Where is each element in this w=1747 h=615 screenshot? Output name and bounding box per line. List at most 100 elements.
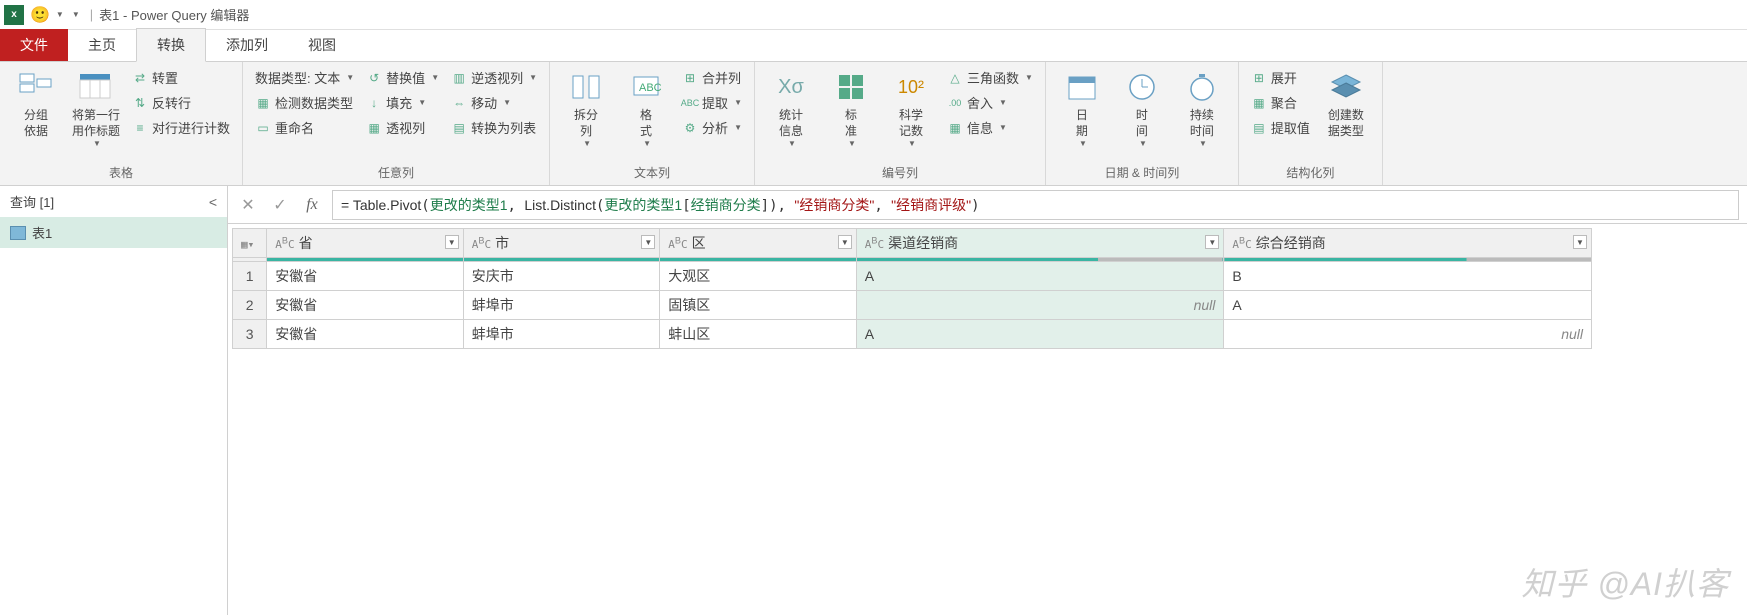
group-anycolumn: 数据类型: 文本▼ ▦检测数据类型 ▭重命名 ↺替换值▼ ↓填充▼ ▦透视列 ▥… [243, 62, 550, 185]
detect-icon: ▦ [255, 95, 271, 111]
data-grid[interactable]: ▦▾ ABC省▼ ABC市▼ ABC区▼ ABC渠道经销商▼ ABC综合经销商▼… [232, 228, 1592, 349]
to-list-button[interactable]: ▤转换为列表 [447, 116, 541, 139]
column-header-channel[interactable]: ABC渠道经销商▼ [856, 229, 1224, 258]
extract-icon: ABC [682, 95, 698, 111]
cell[interactable]: 蚌埠市 [463, 291, 660, 320]
column-header-city[interactable]: ABC市▼ [463, 229, 660, 258]
cell[interactable]: A [856, 320, 1224, 349]
filter-dropdown-icon[interactable]: ▼ [1205, 235, 1219, 249]
standard-button[interactable]: 标准▼ [823, 66, 879, 152]
info-button[interactable]: ▦信息▼ [943, 116, 1037, 139]
cell[interactable]: null [856, 291, 1224, 320]
rename-icon: ▭ [255, 120, 271, 136]
collapse-pane-icon[interactable]: < [209, 194, 217, 210]
group-datetime-label: 日期 & 时间列 [1054, 162, 1230, 183]
cell[interactable]: 大观区 [660, 262, 857, 291]
cell[interactable]: 蚌山区 [660, 320, 857, 349]
column-header-district[interactable]: ABC区▼ [660, 229, 857, 258]
chevron-down-icon: ▼ [93, 139, 101, 148]
trig-button[interactable]: △三角函数▼ [943, 66, 1037, 89]
scientific-button[interactable]: 10² 科学记数▼ [883, 66, 939, 152]
cell[interactable]: null [1224, 320, 1592, 349]
rename-button[interactable]: ▭重命名 [251, 116, 358, 139]
create-datatype-button[interactable]: 创建数据类型 [1318, 66, 1374, 143]
transpose-button[interactable]: ⇄转置 [128, 66, 234, 89]
filter-dropdown-icon[interactable]: ▼ [838, 235, 852, 249]
tab-transform[interactable]: 转换 [136, 28, 206, 62]
filter-dropdown-icon[interactable]: ▼ [445, 235, 459, 249]
statistics-button[interactable]: Χσ 统计信息▼ [763, 66, 819, 152]
formula-bar: ✕ ✓ fx = Table.Pivot(更改的类型1, List.Distin… [228, 186, 1747, 224]
select-all-corner[interactable]: ▦▾ [233, 229, 267, 258]
count-rows-button[interactable]: ≡对行进行计数 [128, 116, 234, 139]
cell[interactable]: 安徽省 [267, 262, 464, 291]
date-button[interactable]: 日期▼ [1054, 66, 1110, 152]
cell[interactable]: 固镇区 [660, 291, 857, 320]
merge-columns-button[interactable]: ⊞合并列 [678, 66, 746, 89]
table-row[interactable]: 2安徽省蚌埠市固镇区nullA [233, 291, 1592, 320]
extract-values-button[interactable]: ▤提取值 [1247, 116, 1314, 139]
row-number[interactable]: 3 [233, 320, 267, 349]
first-row-header-button[interactable]: 将第一行用作标题 ▼ [68, 66, 124, 152]
column-header-general[interactable]: ABC综合经销商▼ [1224, 229, 1592, 258]
pivot-button[interactable]: ▦透视列 [362, 116, 443, 139]
move-button[interactable]: ⇔移动▼ [447, 91, 541, 114]
cancel-formula-button[interactable]: ✕ [236, 193, 260, 217]
reverse-rows-button[interactable]: ⇅反转行 [128, 91, 234, 114]
formula-input[interactable]: = Table.Pivot(更改的类型1, List.Distinct(更改的类… [332, 190, 1739, 220]
column-header-province[interactable]: ABC省▼ [267, 229, 464, 258]
cell[interactable]: B [1224, 262, 1592, 291]
cell[interactable]: 蚌埠市 [463, 320, 660, 349]
replace-button[interactable]: ↺替换值▼ [362, 66, 443, 89]
cell[interactable]: 安徽省 [267, 291, 464, 320]
row-number[interactable]: 1 [233, 262, 267, 291]
fill-icon: ↓ [366, 95, 382, 111]
count-icon: ≡ [132, 120, 148, 136]
qat-dropdown-1[interactable]: ▼ [56, 10, 64, 19]
detect-type-button[interactable]: ▦检测数据类型 [251, 91, 358, 114]
format-button[interactable]: ABC 格式▼ [618, 66, 674, 152]
filter-dropdown-icon[interactable]: ▼ [641, 235, 655, 249]
cell[interactable]: 安庆市 [463, 262, 660, 291]
tab-view[interactable]: 视图 [288, 29, 356, 61]
row-number[interactable]: 2 [233, 291, 267, 320]
pivot-icon: ▦ [366, 120, 382, 136]
unpivot-button[interactable]: ▥逆透视列▼ [447, 66, 541, 89]
table-row[interactable]: 3安徽省蚌埠市蚌山区Anull [233, 320, 1592, 349]
filter-dropdown-icon[interactable]: ▼ [1573, 235, 1587, 249]
content-area: ✕ ✓ fx = Table.Pivot(更改的类型1, List.Distin… [228, 186, 1747, 615]
round-button[interactable]: .00舍入▼ [943, 91, 1037, 114]
data-type-button[interactable]: 数据类型: 文本▼ [251, 66, 358, 89]
chevron-down-icon: ▼ [431, 73, 439, 82]
extract-button[interactable]: ABC提取▼ [678, 91, 746, 114]
reverse-icon: ⇅ [132, 95, 148, 111]
qat-dropdown-2[interactable]: ▼ [72, 10, 80, 19]
time-button[interactable]: 时间▼ [1114, 66, 1170, 152]
first-row-header-label: 将第一行用作标题 [72, 108, 120, 139]
window-title: 表1 - Power Query 编辑器 [99, 5, 249, 24]
aggregate-button[interactable]: ▦聚合 [1247, 91, 1314, 114]
table-header-icon [79, 70, 113, 104]
cell[interactable]: A [1224, 291, 1592, 320]
info-icon: ▦ [947, 120, 963, 136]
tab-addcolumn[interactable]: 添加列 [206, 29, 288, 61]
tab-home[interactable]: 主页 [68, 29, 136, 61]
accept-formula-button[interactable]: ✓ [268, 193, 292, 217]
expand-button[interactable]: ⊞展开 [1247, 66, 1314, 89]
ribbon-tabs: 文件 主页 转换 添加列 视图 [0, 30, 1747, 62]
duration-button[interactable]: 持续时间▼ [1174, 66, 1230, 152]
split-column-button[interactable]: 拆分列▼ [558, 66, 614, 152]
tab-file[interactable]: 文件 [0, 29, 68, 61]
table-row[interactable]: 1安徽省安庆市大观区AB [233, 262, 1592, 291]
parse-button[interactable]: ⚙分析▼ [678, 116, 746, 139]
cell[interactable]: 安徽省 [267, 320, 464, 349]
fill-button[interactable]: ↓填充▼ [362, 91, 443, 114]
chevron-down-icon: ▼ [1139, 139, 1147, 148]
fx-icon[interactable]: fx [300, 193, 324, 217]
cell[interactable]: A [856, 262, 1224, 291]
group-anycolumn-label: 任意列 [251, 162, 541, 183]
groupby-button[interactable]: 分组依据 [8, 66, 64, 143]
group-structured-label: 结构化列 [1247, 162, 1374, 183]
smiley-icon[interactable]: 🙂 [30, 5, 50, 25]
query-item[interactable]: 表1 [0, 217, 227, 248]
